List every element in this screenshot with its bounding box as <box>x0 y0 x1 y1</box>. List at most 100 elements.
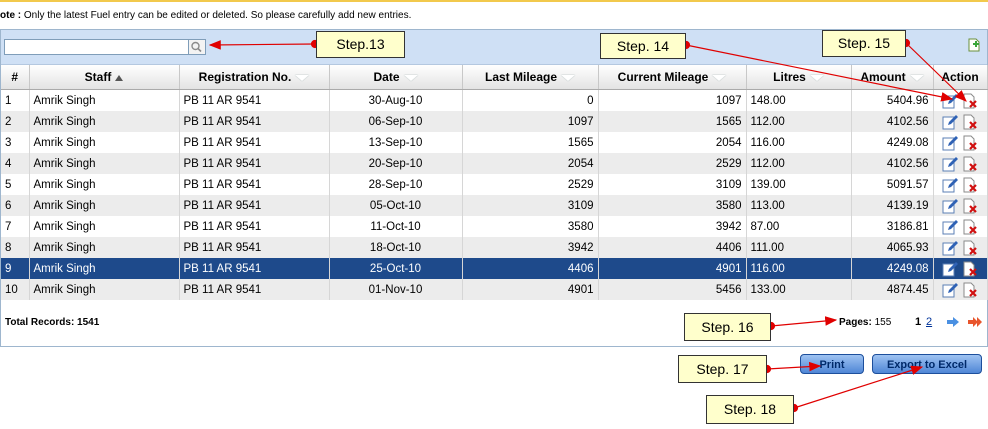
row-amount: 4102.56 <box>851 111 934 132</box>
edit-icon[interactable] <box>942 261 958 277</box>
delete-icon[interactable] <box>962 156 978 172</box>
row-litres: 112.00 <box>746 111 852 132</box>
search-button[interactable] <box>189 39 206 55</box>
delete-icon[interactable] <box>962 282 978 298</box>
col-header-date[interactable]: Date <box>329 65 463 90</box>
row-current-mileage: 1097 <box>598 89 747 111</box>
edit-icon[interactable] <box>942 282 958 298</box>
row-index: 6 <box>1 195 30 216</box>
print-button[interactable]: Print <box>800 354 864 374</box>
page-2-link[interactable]: 2 <box>926 316 932 328</box>
search-input[interactable] <box>4 39 189 55</box>
row-current-mileage: 4406 <box>598 237 747 258</box>
table-row[interactable]: 8 Amrik Singh PB 11 AR 9541 18-Oct-10 3942 44… <box>1 237 988 258</box>
row-index: 4 <box>1 153 30 174</box>
header-row: # Staff Registration No. Date Last Milea… <box>1 65 988 90</box>
row-index: 10 <box>1 279 30 300</box>
row-current-mileage: 1565 <box>598 111 747 132</box>
row-litres: 111.00 <box>746 237 852 258</box>
edit-icon[interactable] <box>942 93 958 109</box>
row-staff: Amrik Singh <box>29 111 180 132</box>
sort-icon <box>712 74 727 81</box>
export-to-excel-button[interactable]: Export to Excel <box>872 354 982 374</box>
fuel-grid: # Staff Registration No. Date Last Milea… <box>0 29 988 347</box>
col-header-last-mileage[interactable]: Last Mileage <box>462 65 599 90</box>
row-actions <box>933 216 988 237</box>
row-last-mileage: 2054 <box>462 153 599 174</box>
col-header-amount[interactable]: Amount <box>851 65 934 90</box>
edit-icon[interactable] <box>942 219 958 235</box>
row-amount: 4102.56 <box>851 153 934 174</box>
last-page-icon[interactable] <box>967 316 983 328</box>
col-header-current-mileage[interactable]: Current Mileage <box>598 65 747 90</box>
row-last-mileage: 3942 <box>462 237 599 258</box>
sort-icon <box>295 74 310 81</box>
row-current-mileage: 3580 <box>598 195 747 216</box>
table-row[interactable]: 10 Amrik Singh PB 11 AR 9541 01-Nov-10 4901 5… <box>1 279 988 300</box>
row-last-mileage: 0 <box>462 89 599 111</box>
table-row[interactable]: 5 Amrik Singh PB 11 AR 9541 28-Sep-10 2529 31… <box>1 174 988 195</box>
edit-icon[interactable] <box>942 114 958 130</box>
row-last-mileage: 4901 <box>462 279 599 300</box>
row-date: 20-Sep-10 <box>329 153 463 174</box>
delete-icon[interactable] <box>962 177 978 193</box>
row-litres: 133.00 <box>746 279 852 300</box>
row-date: 28-Sep-10 <box>329 174 463 195</box>
row-registration: PB 11 AR 9541 <box>179 153 330 174</box>
table-row[interactable]: 2 Amrik Singh PB 11 AR 9541 06-Sep-10 1097 15… <box>1 111 988 132</box>
row-last-mileage: 2529 <box>462 174 599 195</box>
fuel-table: # Staff Registration No. Date Last Milea… <box>1 65 988 300</box>
row-staff: Amrik Singh <box>29 237 180 258</box>
step-14-callout: Step. 14 <box>600 33 686 59</box>
table-row[interactable]: 6 Amrik Singh PB 11 AR 9541 05-Oct-10 3109 35… <box>1 195 988 216</box>
row-actions <box>933 195 988 216</box>
col-header-staff[interactable]: Staff <box>29 65 180 90</box>
row-actions <box>933 111 988 132</box>
row-registration: PB 11 AR 9541 <box>179 216 330 237</box>
row-date: 05-Oct-10 <box>329 195 463 216</box>
delete-icon[interactable] <box>962 219 978 235</box>
row-date: 30-Aug-10 <box>329 89 463 111</box>
next-page-icon[interactable] <box>946 316 960 328</box>
delete-icon[interactable] <box>962 135 978 151</box>
row-amount: 4249.08 <box>851 258 934 279</box>
edit-icon[interactable] <box>942 198 958 214</box>
row-amount: 3186.81 <box>851 216 934 237</box>
table-row[interactable]: 3 Amrik Singh PB 11 AR 9541 13-Sep-10 1565 20… <box>1 132 988 153</box>
edit-icon[interactable] <box>942 135 958 151</box>
delete-icon[interactable] <box>962 93 978 109</box>
row-last-mileage: 3109 <box>462 195 599 216</box>
col-header-litres[interactable]: Litres <box>746 65 852 90</box>
row-last-mileage: 1565 <box>462 132 599 153</box>
edit-icon[interactable] <box>942 240 958 256</box>
table-row[interactable]: 7 Amrik Singh PB 11 AR 9541 11-Oct-10 3580 39… <box>1 216 988 237</box>
row-litres: 116.00 <box>746 132 852 153</box>
table-row[interactable]: 4 Amrik Singh PB 11 AR 9541 20-Sep-10 2054 25… <box>1 153 988 174</box>
row-staff: Amrik Singh <box>29 153 180 174</box>
row-amount: 4874.45 <box>851 279 934 300</box>
table-row[interactable]: 9 Amrik Singh PB 11 AR 9541 25-Oct-10 4406 49… <box>1 258 988 279</box>
row-litres: 139.00 <box>746 174 852 195</box>
row-amount: 4249.08 <box>851 132 934 153</box>
col-header-index[interactable]: # <box>1 65 30 90</box>
edit-icon[interactable] <box>942 177 958 193</box>
col-header-action: Action <box>933 65 988 90</box>
delete-icon[interactable] <box>962 114 978 130</box>
add-record-icon[interactable] <box>967 38 981 52</box>
edit-icon[interactable] <box>942 156 958 172</box>
row-litres: 113.00 <box>746 195 852 216</box>
sort-icon <box>403 74 418 81</box>
row-registration: PB 11 AR 9541 <box>179 279 330 300</box>
row-registration: PB 11 AR 9541 <box>179 174 330 195</box>
delete-icon[interactable] <box>962 240 978 256</box>
row-date: 11-Oct-10 <box>329 216 463 237</box>
row-index: 2 <box>1 111 30 132</box>
sort-icon <box>809 74 824 81</box>
delete-icon[interactable] <box>962 198 978 214</box>
delete-icon[interactable] <box>962 261 978 277</box>
row-current-mileage: 4901 <box>598 258 747 279</box>
col-header-registration[interactable]: Registration No. <box>179 65 330 90</box>
row-last-mileage: 1097 <box>462 111 599 132</box>
row-current-mileage: 3109 <box>598 174 747 195</box>
table-row[interactable]: 1 Amrik Singh PB 11 AR 9541 30-Aug-10 0 1097 1… <box>1 89 988 111</box>
